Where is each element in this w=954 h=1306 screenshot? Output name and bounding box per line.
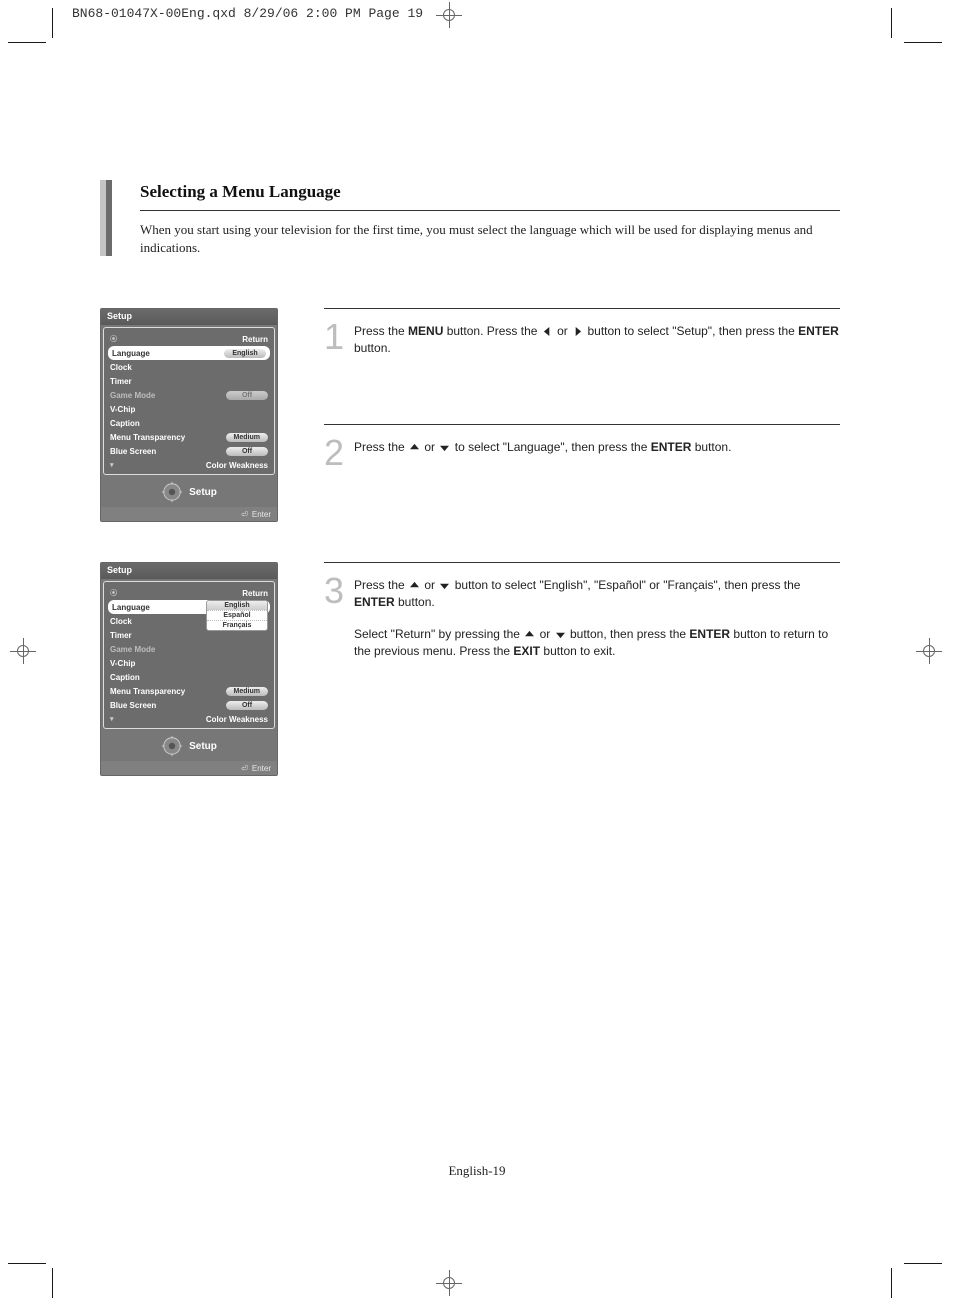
- osd-footer: ⏎Enter: [101, 507, 277, 521]
- osd-menu-row: Blue ScreenOff: [106, 444, 272, 458]
- section-accent-bar: [100, 180, 112, 256]
- arrow-down-icon: [440, 443, 449, 452]
- osd-value-pill: Off: [226, 701, 268, 710]
- crop-mark: [904, 42, 942, 43]
- osd-menu-row: Caption: [106, 416, 272, 430]
- osd-value-pill: English: [224, 349, 266, 358]
- registration-mark-icon: [916, 638, 942, 664]
- osd-title: Setup: [101, 563, 277, 579]
- enter-icon: ⏎: [241, 764, 248, 773]
- osd-menu-row: Game Mode: [106, 642, 272, 656]
- crop-mark: [8, 42, 46, 43]
- osd-category-label: Setup: [101, 731, 277, 761]
- osd-menu-row: V-Chip: [106, 402, 272, 416]
- crop-mark: [8, 1263, 46, 1264]
- crop-mark: [891, 8, 892, 38]
- divider: [324, 424, 840, 425]
- enter-icon: ⏎: [241, 510, 248, 519]
- osd-menu-row: Blue ScreenOff: [106, 698, 272, 712]
- osd-menu-row: Clock: [106, 360, 272, 374]
- osd-category-label: Setup: [101, 477, 277, 507]
- section-title: Selecting a Menu Language: [140, 180, 840, 208]
- osd-value-pill: Off: [226, 391, 268, 400]
- osd-menu-row: Timer: [106, 374, 272, 388]
- language-dropdown: EnglishEspañolFrançais: [206, 600, 268, 631]
- osd-title: Setup: [101, 309, 277, 325]
- registration-mark-icon: [436, 2, 462, 28]
- osd-menu-row: Color Weakness: [106, 458, 272, 472]
- osd-return-row: Return: [106, 586, 272, 600]
- gear-icon: [161, 481, 183, 503]
- instruction-step-2: 2 Press the or to select "Language", the…: [324, 435, 840, 471]
- print-header: BN68-01047X-00Eng.qxd 8/29/06 2:00 PM Pa…: [72, 6, 423, 21]
- instruction-step-1: 1 Press the MENU button. Press the or bu…: [324, 319, 840, 358]
- crop-mark: [52, 8, 53, 38]
- registration-mark-icon: [436, 1270, 462, 1296]
- osd-screenshot-language-dropdown: Setup Return LanguageClockTimerGame Mode…: [100, 562, 278, 776]
- osd-screenshot-setup: Setup Return LanguageEnglishClockTimerGa…: [100, 308, 278, 522]
- divider: [324, 562, 840, 563]
- divider: [140, 210, 840, 211]
- osd-footer: ⏎Enter: [101, 761, 277, 775]
- step-number: 3: [324, 573, 354, 609]
- section-intro: When you start using your television for…: [140, 221, 840, 256]
- osd-menu-row: LanguageEnglish: [108, 346, 270, 360]
- osd-menu-row: V-Chip: [106, 656, 272, 670]
- osd-value-pill: Medium: [226, 433, 268, 442]
- arrow-left-icon: [543, 327, 552, 336]
- instruction-step-3: 3 Press the or button to select "English…: [324, 573, 840, 661]
- osd-menu-row: Game ModeOff: [106, 388, 272, 402]
- crop-mark: [52, 1268, 53, 1298]
- osd-menu-row: Caption: [106, 670, 272, 684]
- dropdown-option: Français: [207, 620, 267, 630]
- arrow-down-icon: [440, 581, 449, 590]
- arrow-right-icon: [573, 327, 582, 336]
- osd-value-pill: Off: [226, 447, 268, 456]
- arrow-down-icon: [556, 630, 565, 639]
- osd-menu-row: Menu TransparencyMedium: [106, 430, 272, 444]
- osd-menu-row: Menu TransparencyMedium: [106, 684, 272, 698]
- page-number: English-19: [0, 1163, 954, 1179]
- arrow-up-icon: [410, 581, 419, 590]
- arrow-up-icon: [410, 443, 419, 452]
- crop-mark: [904, 1263, 942, 1264]
- osd-return-row: Return: [106, 332, 272, 346]
- arrow-up-icon: [525, 630, 534, 639]
- crop-mark: [891, 1268, 892, 1298]
- osd-menu-row: Color Weakness: [106, 712, 272, 726]
- osd-value-pill: Medium: [226, 687, 268, 696]
- step-number: 1: [324, 319, 354, 355]
- divider: [324, 308, 840, 309]
- registration-mark-icon: [10, 638, 36, 664]
- gear-icon: [161, 735, 183, 757]
- dropdown-option: Español: [207, 610, 267, 620]
- dropdown-option: English: [207, 601, 267, 610]
- step-number: 2: [324, 435, 354, 471]
